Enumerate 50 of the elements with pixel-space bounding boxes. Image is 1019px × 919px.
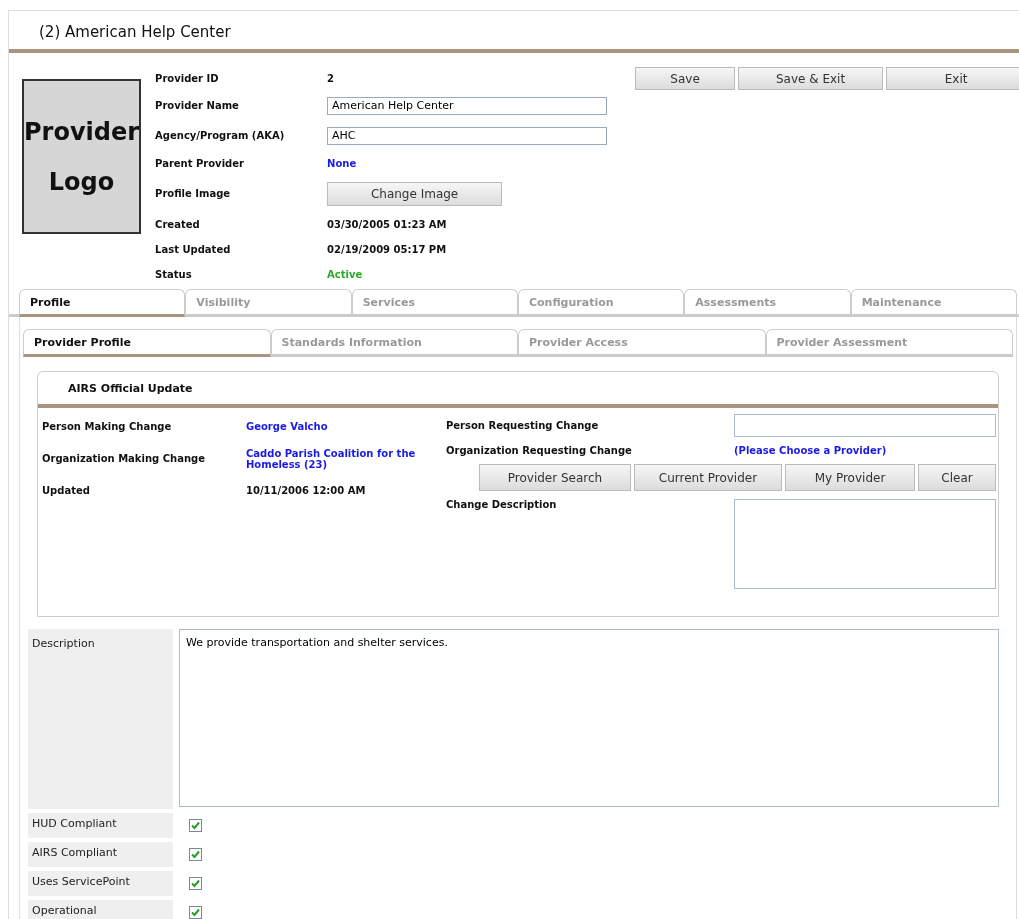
panel-title: AIRS Official Update [38,372,998,408]
description-field[interactable]: We provide transportation and shelter services. [179,629,999,807]
field-label: Parent Provider [155,157,245,169]
field-label: Operational [28,900,173,919]
field-label: Organization Making Change [42,453,205,464]
field-value: 2 [327,72,335,84]
field-label: Person Requesting Change [446,420,600,431]
field-label: Change Description [446,499,558,510]
status-value: Active [327,268,363,280]
provider-logo: Provider Logo [22,79,142,234]
text-field[interactable]: American Help Center [327,96,608,115]
field-value: 03/30/2005 01:23 AM [327,218,447,230]
checkbox[interactable] [189,906,202,919]
parent-provider-link[interactable]: None [327,157,357,169]
field-label: Organization Requesting Change [446,445,633,456]
field-label: Profile Image [155,188,232,199]
choose-provider-link[interactable]: (Please Choose a Provider) [734,445,996,456]
organization-link[interactable]: Caddo Parish Coalition for the Homeless (23) [246,448,446,470]
checkbox[interactable] [189,819,202,832]
checkbox[interactable] [189,877,202,890]
field-label: AIRS Compliant [28,842,173,867]
action-button[interactable]: Save [635,67,736,90]
field-label: Created [155,218,201,230]
field-label: Uses ServicePoint [28,871,173,896]
field-label: HUD Compliant [28,813,173,838]
window-title: (2) American Help Center [9,11,1019,53]
lookup-button[interactable]: My Provider [785,464,915,491]
lookup-button[interactable]: Current Provider [634,464,782,491]
text-field[interactable]: AHC [327,126,608,145]
person-link[interactable]: George Valcho [246,421,328,432]
subtab[interactable]: Provider Profile [23,329,271,357]
field-label: Last Updated [155,243,232,255]
input-field[interactable] [734,414,996,437]
tab[interactable]: Profile [19,289,186,317]
field-label: Agency/Program (AKA) [155,130,286,141]
field-label: Provider Name [155,100,240,111]
field-label: Description [28,629,173,809]
change-image-button[interactable]: Change Image [327,181,503,206]
checkbox[interactable] [189,848,202,861]
field-label: Updated [42,485,90,496]
field-value: 02/19/2009 05:17 PM [327,243,447,255]
field-label: Provider ID [155,72,220,84]
field-label: Status [155,268,193,280]
lookup-button[interactable]: Provider Search [479,464,631,491]
change-description-field[interactable] [734,499,996,589]
field-label: Person Making Change [42,421,172,432]
action-button[interactable]: Save & Exit [738,67,884,90]
updated-value: 10/11/2006 12:00 AM [246,485,366,496]
action-button[interactable]: Exit [886,67,1019,90]
lookup-button[interactable]: Clear [918,464,996,491]
